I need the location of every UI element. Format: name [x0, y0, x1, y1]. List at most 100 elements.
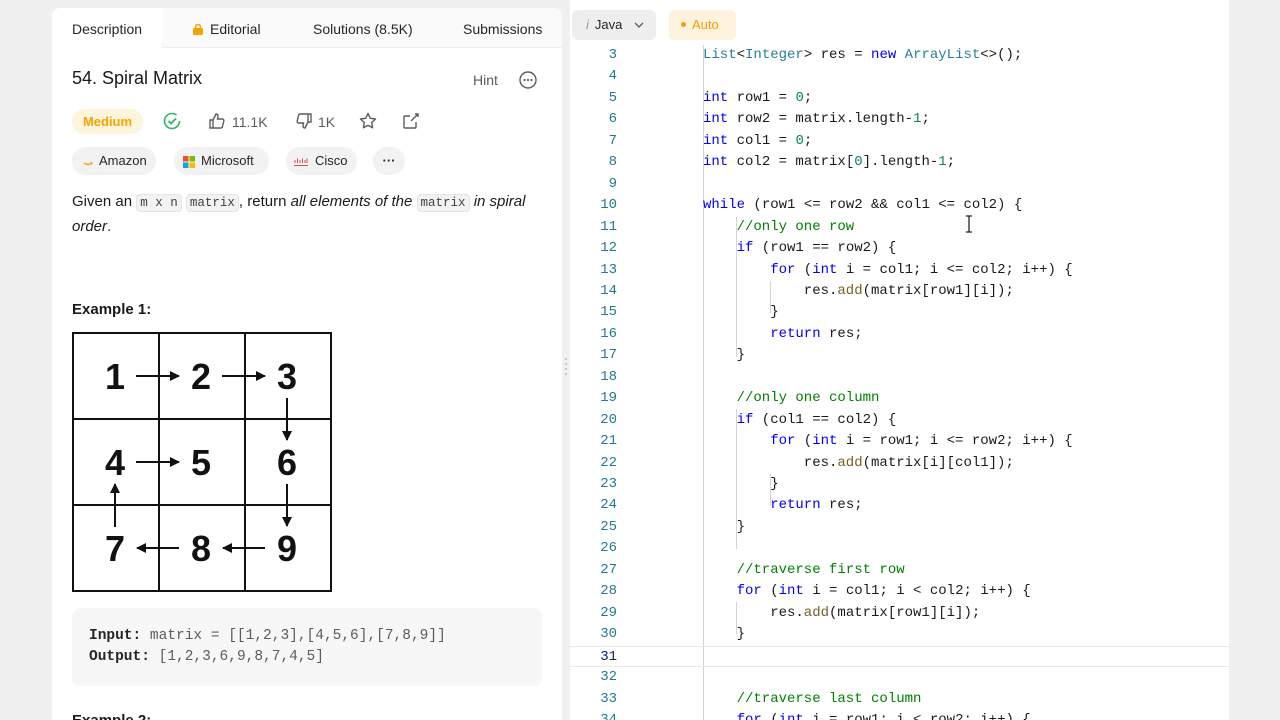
- code-line[interactable]: 7 int col1 = 0;: [570, 131, 1229, 153]
- tab-editorial-label: Editorial: [210, 21, 261, 37]
- line-number: 24: [600, 497, 617, 514]
- code-line[interactable]: 17}: [570, 345, 1229, 367]
- code-line[interactable]: 11 //only one row: [570, 217, 1229, 239]
- difficulty-badge: Medium: [72, 109, 143, 134]
- share-icon[interactable]: [401, 111, 421, 131]
- code-text: }: [737, 345, 745, 367]
- code-line[interactable]: 6 int row2 = matrix.length-1;: [570, 109, 1229, 131]
- code-token: for: [736, 583, 762, 600]
- code-line[interactable]: 30}: [570, 624, 1229, 646]
- code-text: res.add(matrix[row1][i]);: [804, 281, 1014, 303]
- language-select[interactable]: i Java: [572, 10, 656, 40]
- code-token: int: [778, 583, 804, 600]
- code-text: res.add(matrix[row1][i]);: [770, 603, 980, 625]
- company-tag-amazon[interactable]: Amazon: [72, 147, 156, 175]
- code-text: if (col1 == col2) {: [737, 410, 897, 432]
- code-token: 0: [795, 89, 804, 106]
- code-text: }: [737, 624, 745, 646]
- company-tag-microsoft[interactable]: Microsoft: [174, 147, 269, 175]
- line-number: 25: [600, 518, 617, 535]
- code-line[interactable]: 32: [570, 667, 1229, 689]
- code-text: //traverse first row: [737, 560, 905, 582]
- code-token: 0: [795, 132, 804, 149]
- code-text: }: [770, 302, 778, 324]
- code-text: List<Integer> res = new ArrayList<>();: [703, 45, 1022, 67]
- tab-description[interactable]: Description: [52, 8, 162, 48]
- code-line[interactable]: 15}: [570, 302, 1229, 324]
- hint-button[interactable]: Hint: [473, 72, 498, 88]
- code-area[interactable]: 3 List<Integer> res = new ArrayList<>(); 4…: [570, 45, 1229, 720]
- code-line[interactable]: 34 for (int i = row1; i < row2; i++) {: [570, 710, 1229, 720]
- code-token: ;: [803, 89, 813, 106]
- code-line[interactable]: 25}: [570, 517, 1229, 539]
- code-token: add: [837, 454, 863, 471]
- code-token: int: [703, 154, 729, 171]
- code-line[interactable]: 4: [570, 66, 1229, 88]
- code-line[interactable]: 31: [570, 645, 1229, 668]
- code-line[interactable]: 12 if (row1 == row2) {: [570, 238, 1229, 260]
- code-token: int: [703, 111, 729, 128]
- code-line[interactable]: 19 //only one column: [570, 388, 1229, 410]
- inline-code: matrix: [416, 194, 470, 212]
- inline-code: m x n: [136, 194, 182, 212]
- code-token: col1 =: [728, 132, 796, 149]
- code-token: > res =: [803, 47, 872, 63]
- more-companies-button[interactable]: ···: [373, 147, 405, 175]
- code-token: (matrix[i][col1]);: [862, 454, 1014, 471]
- code-line[interactable]: 10 while (row1 <= row2 && col1 <= col2) {: [570, 195, 1229, 217]
- more-options-icon[interactable]: [518, 70, 538, 90]
- code-line[interactable]: 27 //traverse first row: [570, 560, 1229, 582]
- code-text: return res;: [770, 495, 862, 517]
- code-line[interactable]: 26: [570, 538, 1229, 560]
- inline-code: matrix: [185, 194, 239, 212]
- code-token: row1 =: [728, 89, 796, 106]
- line-number: 33: [600, 690, 617, 707]
- code-line[interactable]: 9: [570, 174, 1229, 196]
- code-line[interactable]: 21 for (int i = row1; i <= row2; i++) {: [570, 431, 1229, 453]
- code-text: }: [770, 474, 778, 496]
- tab-solutions[interactable]: Solutions (8.5K): [313, 8, 413, 48]
- example-1-title: Example 1:: [72, 301, 152, 318]
- output-value: [1,2,3,6,9,8,7,4,5]: [158, 649, 324, 665]
- code-line[interactable]: 5 int row1 = 0;: [570, 88, 1229, 110]
- code-line[interactable]: 29 res.add(matrix[row1][i]);: [570, 603, 1229, 625]
- code-line[interactable]: 18: [570, 367, 1229, 389]
- info-icon: i: [586, 17, 589, 32]
- code-token: (: [795, 261, 813, 278]
- line-number: 16: [600, 325, 617, 342]
- code-line[interactable]: 23}: [570, 474, 1229, 496]
- code-line[interactable]: 16 return res;: [570, 324, 1229, 346]
- line-number: 9: [608, 175, 617, 192]
- code-line[interactable]: 14 res.add(matrix[row1][i]);: [570, 281, 1229, 303]
- code-token: int: [778, 711, 804, 720]
- thumbs-down-icon[interactable]: [294, 111, 314, 131]
- code-token: (: [761, 583, 779, 600]
- code-text: for (int i = col1; i <= col2; i++) {: [770, 260, 1073, 282]
- code-line[interactable]: 20 if (col1 == col2) {: [570, 410, 1229, 432]
- output-label: Output:: [89, 649, 150, 665]
- code-line[interactable]: 28 for (int i = col1; i < col2; i++) {: [570, 581, 1229, 603]
- auto-mode-button[interactable]: Auto: [669, 10, 736, 40]
- company-tag-cisco[interactable]: Cisco: [286, 147, 357, 175]
- star-icon[interactable]: [358, 111, 378, 131]
- code-token: ArrayList: [896, 47, 981, 63]
- code-line[interactable]: 33 //traverse last column: [570, 689, 1229, 711]
- code-line[interactable]: 13 for (int i = col1; i <= col2; i++) {: [570, 260, 1229, 282]
- code-text: //only one row: [737, 217, 855, 239]
- panel-resize-handle[interactable]: [564, 355, 568, 379]
- code-line[interactable]: 22 res.add(matrix[i][col1]);: [570, 453, 1229, 475]
- tab-editorial[interactable]: Editorial: [192, 8, 261, 48]
- spiral-matrix-diagram: 1 2 3 4 5 6 7 8 9: [72, 332, 332, 592]
- code-line[interactable]: 24 return res;: [570, 495, 1229, 517]
- code-text: for (int i = col1; i < col2; i++) {: [737, 581, 1031, 603]
- right-margin: [1229, 0, 1280, 720]
- tab-submissions[interactable]: Submissions: [463, 8, 542, 48]
- code-token: int: [703, 89, 729, 106]
- desc-text: .: [107, 218, 112, 235]
- thumbs-up-icon[interactable]: [207, 111, 227, 131]
- code-line[interactable]: 8 int col2 = matrix[0].length-1;: [570, 152, 1229, 174]
- desc-text: Given an: [72, 193, 137, 210]
- line-number: 17: [600, 347, 617, 364]
- code-line[interactable]: 3 List<Integer> res = new ArrayList<>();: [570, 45, 1229, 67]
- line-number: 3: [608, 47, 617, 63]
